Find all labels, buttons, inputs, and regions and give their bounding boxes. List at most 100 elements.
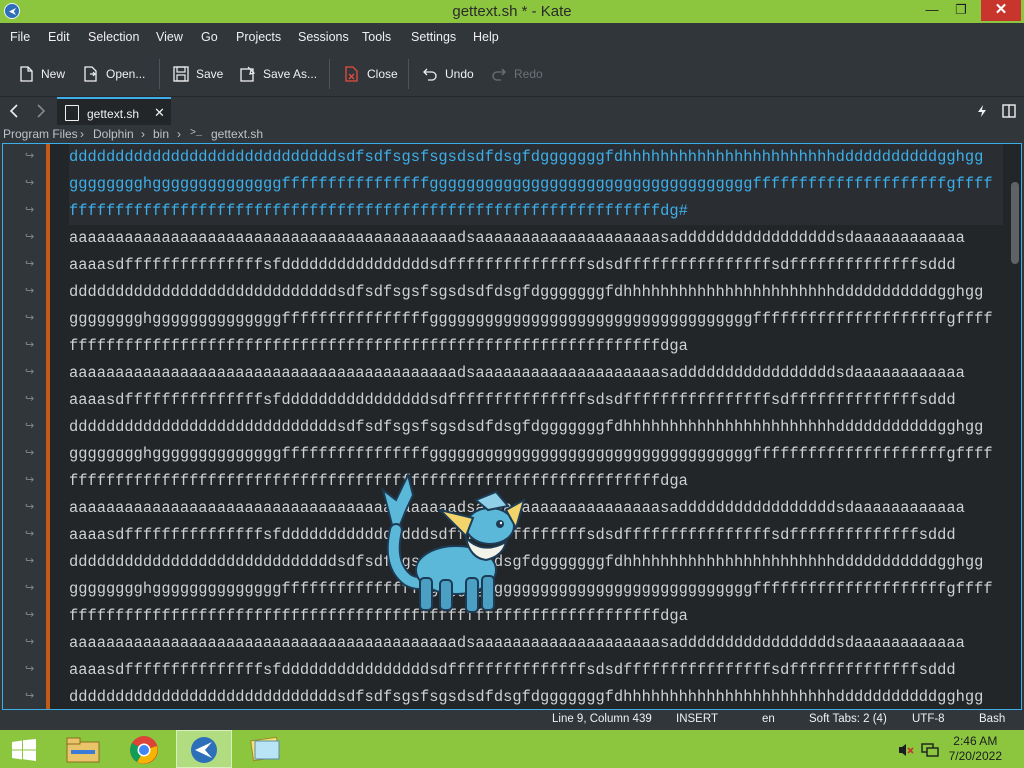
taskbar-chrome[interactable] xyxy=(116,730,172,768)
menu-tools[interactable]: Tools xyxy=(362,30,391,44)
breadcrumb: Program Files › Dolphin › bin › >_ gette… xyxy=(0,125,1024,143)
open-button[interactable]: Open... xyxy=(82,63,145,85)
menu-go[interactable]: Go xyxy=(201,30,218,44)
volume-muted-icon[interactable] xyxy=(898,742,914,758)
taskbar-clock[interactable]: 2:46 AM 7/20/2022 xyxy=(949,734,1002,764)
word-wrap-icon: ↪ xyxy=(25,177,35,189)
new-button[interactable]: New xyxy=(17,63,65,85)
save-as-button[interactable]: Save As... xyxy=(239,63,317,85)
file-explorer-icon xyxy=(66,737,100,763)
status-bar: Line 9, Column 439 INSERT en Soft Tabs: … xyxy=(0,710,1024,730)
input-mode[interactable]: INSERT xyxy=(676,713,718,725)
clock-date: 7/20/2022 xyxy=(948,749,1002,763)
word-wrap-icon: ↪ xyxy=(25,339,35,351)
menu-selection[interactable]: Selection xyxy=(88,30,139,44)
cursor-position[interactable]: Line 9, Column 439 xyxy=(552,713,652,725)
undo-label: Undo xyxy=(445,67,474,81)
chevron-right-icon: › xyxy=(177,127,181,141)
encoding[interactable]: UTF-8 xyxy=(912,713,945,725)
word-wrap-icon: ↪ xyxy=(25,150,35,162)
editor-line[interactable]: ffffffffffffffffffffffffffffffffffffffff… xyxy=(69,468,1003,495)
redo-label: Redo xyxy=(514,67,543,81)
redo-button[interactable]: Redo xyxy=(490,63,543,85)
editor-line[interactable]: aaaaaaaaaaaaaaaaaaaaaaaaaaaaaaaaaaaaaaaa… xyxy=(69,225,1003,252)
close-document-button[interactable]: Close xyxy=(343,63,398,85)
taskbar-file-explorer[interactable] xyxy=(56,730,112,768)
editor-line[interactable]: ffffffffffffffffffffffffffffffffffffffff… xyxy=(69,333,1003,360)
network-icon[interactable] xyxy=(921,742,939,758)
editor-line[interactable]: aaaasdfffffffffffffffsfdddddddddddddddds… xyxy=(69,657,1003,684)
editor-line[interactable]: dddddddddddddddddddddddddddddsdfsdfsgsfs… xyxy=(69,549,1003,576)
editor-line[interactable]: ffffffffffffffffffffffffffffffffffffffff… xyxy=(69,198,1003,225)
menu-settings[interactable]: Settings xyxy=(411,30,456,44)
tab-bar: gettext.sh ✕ xyxy=(0,96,1024,126)
chevron-left-icon[interactable] xyxy=(8,104,20,118)
editor-line[interactable]: gggggggghggggggggggggggffffffffffffffffg… xyxy=(69,171,1003,198)
word-wrap-icon: ↪ xyxy=(25,582,35,594)
text-area[interactable]: dddddddddddddddddddddddddddddsdfsdfsgsfs… xyxy=(69,144,1003,709)
word-wrap-icon: ↪ xyxy=(25,474,35,486)
menu-help[interactable]: Help xyxy=(473,30,499,44)
breadcrumb-dolphin[interactable]: Dolphin xyxy=(93,127,134,141)
syntax-mode[interactable]: Bash xyxy=(979,713,1005,725)
chevron-right-icon[interactable] xyxy=(35,104,47,118)
indentation-settings[interactable]: Soft Tabs: 2 (4) xyxy=(809,713,887,725)
word-wrap-icon: ↪ xyxy=(25,366,35,378)
taskbar-notes[interactable] xyxy=(238,730,294,768)
undo-button[interactable]: Undo xyxy=(421,63,474,85)
close-tab-icon[interactable]: ✕ xyxy=(154,105,165,121)
save-as-icon xyxy=(240,66,256,82)
save-as-label: Save As... xyxy=(263,67,318,81)
save-label: Save xyxy=(196,67,224,81)
breadcrumb-gettext[interactable]: gettext.sh xyxy=(211,127,263,141)
word-wrap-icon: ↪ xyxy=(25,690,35,702)
editor-line[interactable]: dddddddddddddddddddddddddddddsdfsdfsgsfs… xyxy=(69,414,1003,441)
editor-line[interactable]: gggggggghggggggggggggggffffffffffffffffg… xyxy=(69,441,1003,468)
toolbar-separator xyxy=(159,59,160,89)
menu-sessions[interactable]: Sessions xyxy=(298,30,349,44)
editor-line[interactable]: ffffffffffffffffffffffffffffffffffffffff… xyxy=(69,603,1003,630)
editor-line[interactable]: dddddddddddddddddddddddddddddsdfsdfsgsfs… xyxy=(69,684,1003,709)
editor-line[interactable]: gggggggghggggggggggggggffffffffffffffffg… xyxy=(69,576,1003,603)
mascot-sprite-image xyxy=(381,472,526,613)
open-label: Open... xyxy=(106,67,146,81)
toolbar-separator xyxy=(329,59,330,89)
editor-line[interactable]: aaaasdfffffffffffffffsfdddddddddddddddds… xyxy=(69,522,1003,549)
editor-line[interactable]: aaaasdfffffffffffffffsfdddddddddddddddds… xyxy=(69,387,1003,414)
minimize-button[interactable]: — xyxy=(918,0,946,21)
word-wrap-icon: ↪ xyxy=(25,501,35,513)
editor-line[interactable]: gggggggghggggggggggggggffffffffffffffffg… xyxy=(69,306,1003,333)
chevron-right-icon: › xyxy=(141,127,145,141)
dictionary-language[interactable]: en xyxy=(762,713,775,725)
chrome-icon xyxy=(130,736,158,764)
save-button[interactable]: Save xyxy=(172,63,223,85)
close-window-button[interactable]: ✕ xyxy=(981,0,1021,21)
split-view-icon[interactable] xyxy=(1002,104,1016,118)
editor-line[interactable]: dddddddddddddddddddddddddddddsdfsdfsgsfs… xyxy=(69,279,1003,306)
menu-edit[interactable]: Edit xyxy=(48,30,70,44)
editor-line[interactable]: aaaaaaaaaaaaaaaaaaaaaaaaaaaaaaaaaaaaaaaa… xyxy=(69,630,1003,657)
editor-line[interactable]: aaaaaaaaaaaaaaaaaaaaaaaaaaaaaaaaaaaaaaaa… xyxy=(69,360,1003,387)
windows-start-icon[interactable] xyxy=(11,739,37,761)
word-wrap-icon: ↪ xyxy=(25,447,35,459)
word-wrap-icon: ↪ xyxy=(25,663,35,675)
open-document-icon xyxy=(84,66,97,82)
tab-gettext[interactable]: gettext.sh ✕ xyxy=(57,97,171,126)
editor-line[interactable]: dddddddddddddddddddddddddddddsdfsdfsgsfs… xyxy=(69,144,1003,171)
editor-line[interactable]: aaaaaaaaaaaaaaaaaaaaaaaaaaaaaaaaaaaaaaaa… xyxy=(69,495,1003,522)
menu-file[interactable]: File xyxy=(10,30,30,44)
vertical-scrollbar[interactable] xyxy=(1011,182,1019,264)
word-wrap-icon: ↪ xyxy=(25,312,35,324)
editor-line[interactable]: aaaasdfffffffffffffffsfdddddddddddddddds… xyxy=(69,252,1003,279)
editor-view[interactable]: ↪ ↪ ↪ ↪ ↪ ↪ ↪ ↪ ↪ ↪ ↪ ↪ ↪ ↪ ↪ ↪ ↪ ↪ ↪ ↪ ↪ dddddddddddddddddd… xyxy=(2,143,1022,710)
quick-open-icon[interactable] xyxy=(976,104,988,118)
taskbar-kate[interactable] xyxy=(176,730,232,768)
breadcrumb-bin[interactable]: bin xyxy=(153,127,169,141)
word-wrap-icon: ↪ xyxy=(25,420,35,432)
menu-projects[interactable]: Projects xyxy=(236,30,281,44)
tab-label: gettext.sh xyxy=(87,107,140,121)
menu-view[interactable]: View xyxy=(156,30,183,44)
toolbar-separator xyxy=(408,59,409,89)
breadcrumb-program-files[interactable]: Program Files xyxy=(3,127,78,141)
maximize-button[interactable]: ❐ xyxy=(947,0,975,21)
